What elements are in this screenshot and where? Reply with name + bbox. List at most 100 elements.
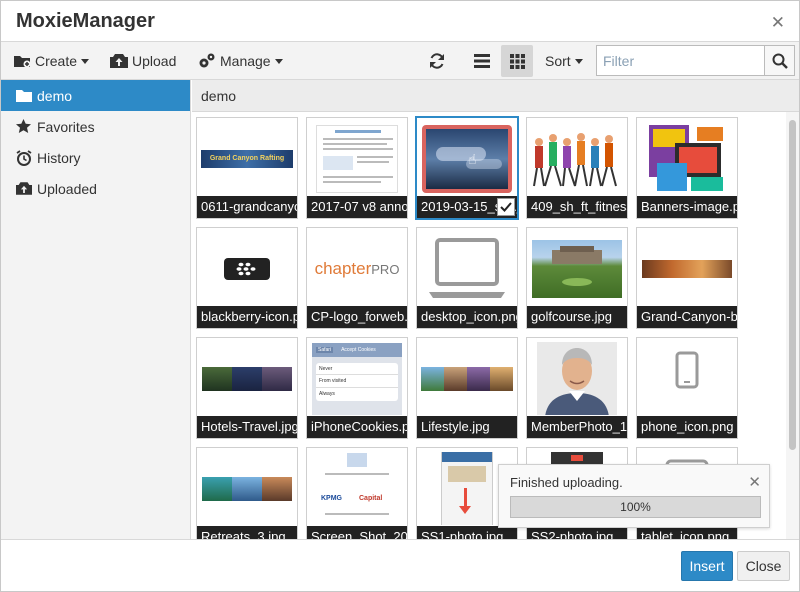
file-tile[interactable]: Lifestyle.jpg	[416, 337, 518, 439]
create-label: Create	[35, 53, 78, 69]
close-icon[interactable]: ✕	[748, 473, 761, 491]
grid-icon	[509, 53, 525, 69]
gears-icon	[198, 53, 216, 69]
file-name: 409_sh_ft_fitness.jpg	[527, 196, 627, 218]
scrollbar-thumb[interactable]	[789, 120, 796, 450]
title-bar: MoxieManager ✕	[1, 1, 799, 42]
dialog-title: MoxieManager	[16, 10, 155, 32]
file-tile[interactable]: Retreats_3.jpg	[196, 447, 298, 539]
upload-progress-bar: 100%	[510, 496, 761, 518]
file-tile[interactable]: 409_sh_ft_fitness.jpg	[526, 117, 628, 219]
file-thumbnail: ☝	[422, 123, 512, 194]
sidebar-item-uploaded[interactable]: Uploaded	[1, 173, 190, 204]
sidebar-item-label: Favorites	[37, 118, 95, 135]
file-tile[interactable]: Grand Canyon Rafting 0611-grandcanyon.jp…	[196, 117, 298, 219]
file-tile[interactable]: chapterPRO CP-logo_forweb.png	[306, 227, 408, 329]
file-tile[interactable]: Grand-Canyon-banner.jpg	[636, 227, 738, 329]
filter-input[interactable]	[596, 45, 764, 76]
file-thumbnail	[201, 232, 293, 305]
hand-pointer-icon: ☝	[468, 150, 477, 167]
file-tile[interactable]: golfcourse.jpg	[526, 227, 628, 329]
file-tile[interactable]: Banners-image.png	[636, 117, 738, 219]
file-thumbnail	[641, 342, 733, 415]
phone-icon	[667, 342, 707, 415]
file-tile-selected[interactable]: ☝ 2019-03-15_sky.jpg	[415, 116, 519, 220]
sidebar-item-label: demo	[37, 87, 73, 104]
file-tile[interactable]: KPMG Capital Screen_Shot_2017.png	[306, 447, 408, 539]
dialog-footer: Insert Close	[1, 539, 799, 591]
file-thumbnail: Safari Accept Cookies Never From visited…	[311, 342, 403, 415]
file-tile[interactable]: Hotels-Travel.jpg	[196, 337, 298, 439]
file-thumbnail	[311, 122, 403, 195]
portrait-photo	[537, 342, 617, 415]
file-tile[interactable]: desktop_icon.png	[416, 227, 518, 329]
file-name: Screen_Shot_2017.png	[307, 526, 407, 539]
blackberry-icon	[224, 257, 270, 280]
scrollbar[interactable]	[786, 112, 799, 539]
search-button[interactable]	[764, 45, 795, 76]
file-name: Lifestyle.jpg	[417, 416, 517, 438]
chapterpro-logo: chapterPRO	[314, 258, 400, 278]
new-folder-icon	[14, 54, 31, 68]
file-name: phone_icon.png	[637, 416, 737, 438]
search-icon	[772, 53, 788, 69]
checkmark-icon	[500, 202, 512, 212]
file-name: Hotels-Travel.jpg	[197, 416, 297, 438]
file-thumbnail	[201, 452, 293, 525]
file-thumbnail: KPMG Capital	[311, 452, 403, 525]
file-thumbnail: Grand Canyon Rafting	[201, 122, 293, 195]
upload-icon	[110, 54, 128, 68]
create-button[interactable]: Create	[14, 42, 90, 80]
file-name: desktop_icon.png	[417, 306, 517, 328]
sort-button[interactable]: Sort	[545, 42, 583, 80]
close-icon[interactable]: ✕	[771, 13, 785, 33]
file-tile[interactable]: Safari Accept Cookies Never From visited…	[306, 337, 408, 439]
sidebar-item-history[interactable]: History	[1, 142, 190, 173]
file-name: Retreats_3.jpg	[197, 526, 297, 539]
chevron-down-icon	[81, 58, 90, 64]
list-view-button[interactable]	[466, 45, 498, 77]
file-thumbnail	[641, 232, 733, 305]
sidebar-item-favorites[interactable]: Favorites	[1, 111, 190, 142]
breadcrumb-current[interactable]: demo	[201, 88, 236, 104]
file-name: iPhoneCookies.png	[307, 416, 407, 438]
toolbar: Create Upload Manage Sort	[1, 42, 799, 80]
file-tile[interactable]: MemberPhoto_1.jpg	[526, 337, 628, 439]
sort-label: Sort	[545, 53, 571, 69]
file-name: Banners-image.png	[637, 196, 737, 218]
file-manager-dialog: MoxieManager ✕ Create Upload Manage Sort…	[0, 0, 800, 592]
upload-icon	[16, 182, 34, 195]
file-thumbnail: chapterPRO	[311, 232, 403, 305]
chevron-down-icon	[274, 58, 283, 64]
file-name: Grand-Canyon-banner.jpg	[637, 306, 737, 328]
refresh-button[interactable]	[421, 45, 453, 77]
thumbnail-view-button[interactable]	[501, 45, 533, 77]
thumb-text: Grand Canyon Rafting	[209, 155, 285, 162]
file-thumbnail	[531, 342, 623, 415]
checkbox-checked[interactable]	[497, 198, 515, 216]
upload-button[interactable]: Upload	[110, 42, 176, 80]
breadcrumb: demo	[192, 80, 799, 112]
laptop-icon	[429, 237, 505, 298]
file-tile[interactable]: 2017-07 v8 announcement.pdf	[306, 117, 408, 219]
insert-button[interactable]: Insert	[681, 551, 733, 581]
refresh-icon	[430, 53, 444, 69]
file-thumbnail	[531, 232, 623, 305]
file-name: CP-logo_forweb.png	[307, 306, 407, 328]
progress-label: 100%	[620, 500, 651, 514]
file-name: golfcourse.jpg	[527, 306, 627, 328]
manage-button[interactable]: Manage	[198, 42, 283, 80]
sidebar-item-demo[interactable]: demo	[1, 80, 190, 111]
file-tile[interactable]: phone_icon.png	[636, 337, 738, 439]
file-name: 0611-grandcanyon.jpg	[197, 196, 297, 218]
list-icon	[474, 54, 490, 68]
file-name: blackberry-icon.png	[197, 306, 297, 328]
file-name: 2017-07 v8 announcement.pdf	[307, 196, 407, 218]
close-button[interactable]: Close	[737, 551, 790, 581]
upload-notification: Finished uploading. ✕ 100%	[498, 464, 770, 528]
chevron-down-icon	[574, 58, 583, 64]
file-thumbnail	[421, 232, 513, 305]
file-tile[interactable]: blackberry-icon.png	[196, 227, 298, 329]
manage-label: Manage	[220, 53, 271, 69]
sidebar-item-label: History	[37, 149, 81, 166]
